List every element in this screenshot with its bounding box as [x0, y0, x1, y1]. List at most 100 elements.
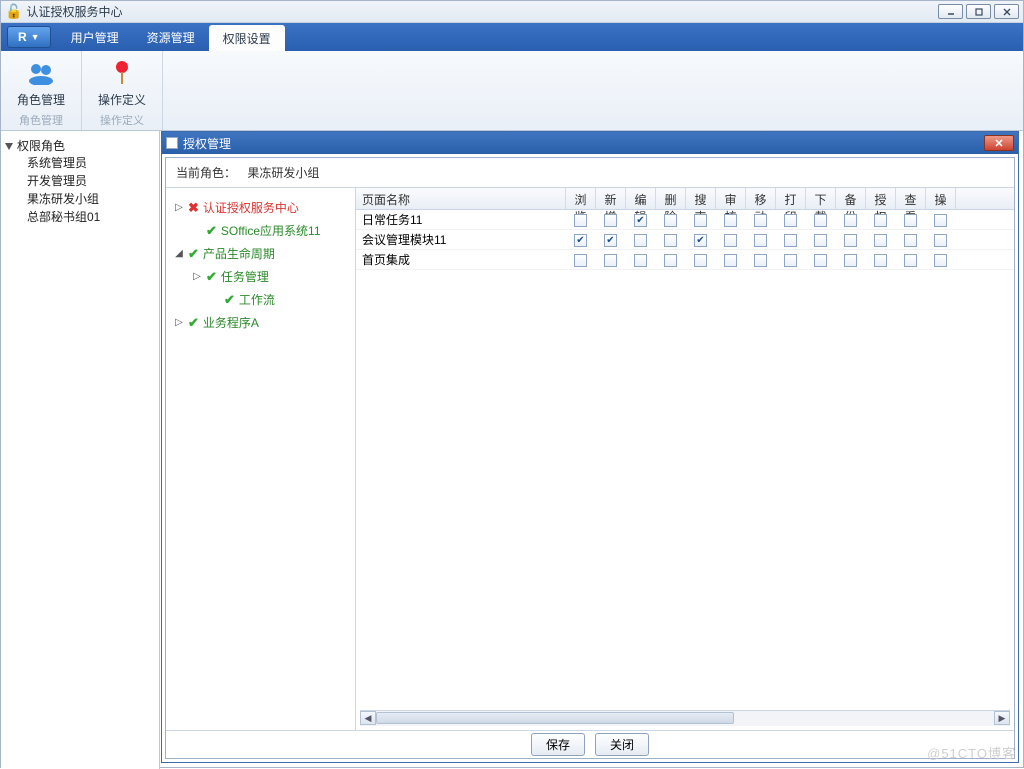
- checkbox[interactable]: [664, 214, 677, 227]
- permission-cell: [806, 232, 836, 246]
- checkbox[interactable]: [784, 214, 797, 227]
- checkbox[interactable]: [604, 234, 617, 247]
- dialog-tree-item[interactable]: ▷✖认证授权服务中心: [170, 196, 351, 219]
- permission-cell: [566, 252, 596, 266]
- column-header[interactable]: 备份: [836, 188, 866, 209]
- minimize-button[interactable]: [938, 4, 963, 19]
- permission-cell: [656, 212, 686, 226]
- tab-user-mgmt[interactable]: 用户管理: [57, 23, 133, 51]
- checkbox[interactable]: [844, 254, 857, 267]
- column-header[interactable]: 编辑: [626, 188, 656, 209]
- column-header[interactable]: 下载: [806, 188, 836, 209]
- checkbox[interactable]: [724, 234, 737, 247]
- check-icon: ✔: [188, 246, 199, 262]
- tab-permission-settings[interactable]: 权限设置: [209, 25, 285, 51]
- column-header[interactable]: 删除: [656, 188, 686, 209]
- checkbox[interactable]: [844, 214, 857, 227]
- column-header[interactable]: 页面名称: [356, 188, 566, 209]
- checkbox[interactable]: [574, 234, 587, 247]
- app-menu-button[interactable]: R ▼: [7, 26, 51, 48]
- dialog-tree-item[interactable]: ◢✔产品生命周期: [170, 242, 351, 265]
- checkbox[interactable]: [784, 254, 797, 267]
- checkbox[interactable]: [724, 254, 737, 267]
- column-header[interactable]: 浏览: [566, 188, 596, 209]
- checkbox[interactable]: [694, 234, 707, 247]
- tree-root[interactable]: 权限角色: [5, 137, 155, 154]
- tree-item-devadmin[interactable]: 开发管理员: [5, 172, 155, 190]
- checkbox[interactable]: [754, 234, 767, 247]
- tree-item-label: 任务管理: [221, 268, 269, 285]
- operation-def-button[interactable]: 操作定义: [92, 55, 152, 110]
- checkbox[interactable]: [904, 234, 917, 247]
- permission-cell: [836, 252, 866, 266]
- checkbox[interactable]: [634, 254, 647, 267]
- dialog-tree-item[interactable]: ▷✔业务程序A: [170, 311, 351, 334]
- column-header[interactable]: 移动: [746, 188, 776, 209]
- tab-resource-mgmt[interactable]: 资源管理: [133, 23, 209, 51]
- dialog-close-button[interactable]: ✕: [984, 135, 1014, 151]
- column-header[interactable]: 查看: [896, 188, 926, 209]
- tree-item-secretary[interactable]: 总部秘书组01: [5, 208, 155, 226]
- check-icon: ✔: [224, 292, 235, 308]
- checkbox[interactable]: [664, 254, 677, 267]
- grid-body: 日常任务11会议管理模块11首页集成: [356, 210, 1014, 710]
- column-header[interactable]: 打印: [776, 188, 806, 209]
- permission-cell: [896, 212, 926, 226]
- role-mgmt-label: 角色管理: [17, 91, 65, 108]
- checkbox[interactable]: [754, 254, 767, 267]
- dialog-tree-item[interactable]: ✔工作流: [170, 288, 351, 311]
- column-header[interactable]: 新增: [596, 188, 626, 209]
- checkbox[interactable]: [604, 254, 617, 267]
- checkbox[interactable]: [784, 234, 797, 247]
- column-header[interactable]: 审核: [716, 188, 746, 209]
- dialog-split: ▷✖认证授权服务中心✔SOffice应用系统11◢✔产品生命周期▷✔任务管理✔工…: [166, 188, 1014, 730]
- checkbox[interactable]: [814, 234, 827, 247]
- dialog-tree-item[interactable]: ✔SOffice应用系统11: [170, 219, 351, 242]
- checkbox[interactable]: [694, 214, 707, 227]
- checkbox[interactable]: [814, 254, 827, 267]
- close-dialog-button[interactable]: 关闭: [595, 733, 649, 756]
- checkbox[interactable]: [604, 214, 617, 227]
- checkbox[interactable]: [874, 234, 887, 247]
- column-header[interactable]: 授权: [866, 188, 896, 209]
- checkbox[interactable]: [814, 214, 827, 227]
- role-mgmt-button[interactable]: 角色管理: [11, 55, 71, 110]
- pin-icon: [110, 57, 134, 89]
- checkbox[interactable]: [934, 234, 947, 247]
- tree-item-label: SOffice应用系统11: [221, 222, 321, 239]
- scroll-left-icon[interactable]: ◀: [360, 711, 376, 725]
- checkbox[interactable]: [934, 254, 947, 267]
- checkbox[interactable]: [574, 254, 587, 267]
- checkbox[interactable]: [694, 254, 707, 267]
- permission-cell: [566, 232, 596, 246]
- checkbox[interactable]: [574, 214, 587, 227]
- dialog-icon: [166, 137, 178, 149]
- checkbox[interactable]: [844, 234, 857, 247]
- checkbox[interactable]: [634, 234, 647, 247]
- permission-cell: [746, 212, 776, 226]
- checkbox[interactable]: [874, 254, 887, 267]
- dialog-tree-item[interactable]: ▷✔任务管理: [170, 265, 351, 288]
- maximize-button[interactable]: [966, 4, 991, 19]
- tree-item-jelly[interactable]: 果冻研发小组: [5, 190, 155, 208]
- checkbox[interactable]: [874, 214, 887, 227]
- permission-cell: [716, 252, 746, 266]
- permission-cell: [686, 232, 716, 246]
- horizontal-scrollbar[interactable]: ◀ ▶: [360, 710, 1010, 726]
- checkbox[interactable]: [904, 214, 917, 227]
- close-button[interactable]: [994, 4, 1019, 19]
- scroll-thumb[interactable]: [376, 712, 734, 724]
- checkbox[interactable]: [754, 214, 767, 227]
- checkbox[interactable]: [664, 234, 677, 247]
- scroll-right-icon[interactable]: ▶: [994, 711, 1010, 725]
- save-button[interactable]: 保存: [531, 733, 585, 756]
- dialog-footer: 保存 关闭: [166, 730, 1014, 758]
- checkbox[interactable]: [634, 214, 647, 227]
- column-header[interactable]: 搜索: [686, 188, 716, 209]
- checkbox[interactable]: [904, 254, 917, 267]
- column-header[interactable]: 操: [926, 188, 956, 209]
- checkbox[interactable]: [724, 214, 737, 227]
- titlebar: 🔓 认证授权服务中心: [1, 1, 1023, 23]
- checkbox[interactable]: [934, 214, 947, 227]
- tree-item-sysadmin[interactable]: 系统管理员: [5, 154, 155, 172]
